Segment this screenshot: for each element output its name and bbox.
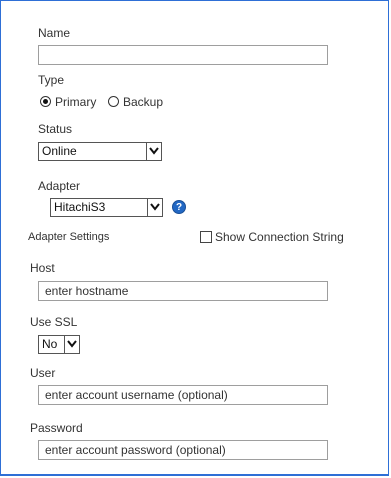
use-ssl-select[interactable]: No bbox=[38, 335, 80, 354]
status-label: Status bbox=[38, 122, 73, 136]
adapter-settings-label: Adapter Settings bbox=[28, 231, 110, 243]
status-select[interactable]: Online bbox=[38, 142, 162, 161]
name-label: Name bbox=[38, 26, 71, 40]
user-label: User bbox=[30, 366, 56, 380]
use-ssl-select-value: No bbox=[42, 337, 58, 351]
help-icon[interactable]: ? bbox=[172, 200, 186, 214]
use-ssl-label: Use SSL bbox=[30, 315, 78, 329]
radio-primary-button[interactable] bbox=[40, 96, 51, 107]
radio-backup[interactable]: Backup bbox=[108, 95, 178, 109]
adapter-select-value: HitachiS3 bbox=[54, 200, 106, 214]
radio-primary-label: Primary bbox=[55, 95, 97, 109]
chevron-down-icon[interactable] bbox=[64, 336, 79, 353]
password-label: Password bbox=[30, 421, 83, 435]
radio-backup-button[interactable] bbox=[108, 96, 119, 107]
password-input[interactable]: enter account password (optional) bbox=[38, 440, 328, 460]
show-connection-string-label: Show Connection String bbox=[215, 230, 344, 244]
adapter-select[interactable]: HitachiS3 bbox=[50, 198, 163, 217]
chevron-down-icon[interactable] bbox=[146, 143, 161, 160]
host-label: Host bbox=[30, 261, 55, 275]
adapter-label: Adapter bbox=[38, 179, 81, 193]
chevron-down-icon[interactable] bbox=[147, 199, 162, 216]
host-input[interactable]: enter hostname bbox=[38, 281, 328, 301]
type-label: Type bbox=[38, 73, 65, 87]
name-input[interactable] bbox=[38, 45, 328, 65]
show-connection-string-toggle[interactable]: Show Connection String bbox=[200, 230, 350, 245]
radio-backup-label: Backup bbox=[123, 95, 164, 109]
show-connection-string-checkbox[interactable] bbox=[200, 231, 212, 243]
user-input[interactable]: enter account username (optional) bbox=[38, 385, 328, 405]
status-select-value: Online bbox=[42, 144, 77, 158]
